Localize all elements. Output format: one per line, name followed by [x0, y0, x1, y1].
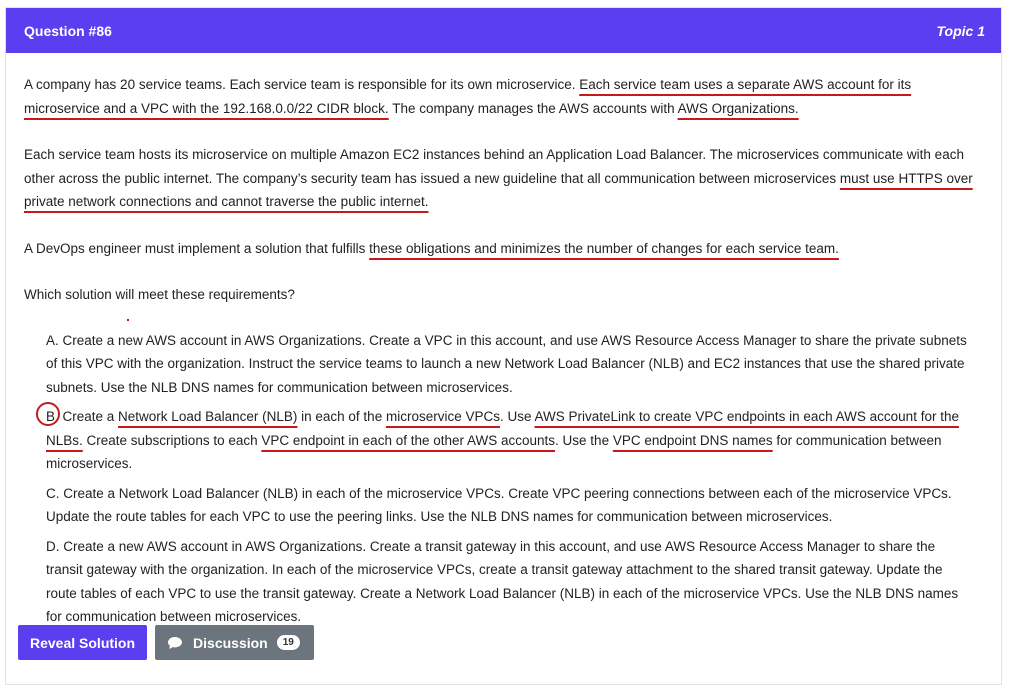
choice-b-letter: B.: [36, 402, 60, 429]
underlined-text: VPC endpoint DNS names: [612, 432, 773, 448]
question-prompt: Which solution will meet these requireme…: [24, 287, 295, 302]
action-buttons: Reveal Solution Discussion 19: [18, 625, 314, 660]
choice-a[interactable]: A. Create a new AWS account in AWS Organ…: [46, 329, 975, 400]
discussion-label: Discussion: [193, 634, 268, 651]
choice-d[interactable]: D. Create a new AWS account in AWS Organ…: [46, 535, 975, 629]
underlined-text: AWS Organizations.: [677, 100, 799, 116]
annotation-circle: [36, 402, 60, 426]
question-body: A company has 20 service teams. Each ser…: [6, 53, 1001, 629]
card-header: Question #86 Topic 1: [6, 8, 1001, 53]
question-card: Question #86 Topic 1 A company has 20 se…: [5, 7, 1002, 685]
underlined-text: these obligations and minimizes the numb…: [369, 240, 839, 256]
underlined-text: microservice VPCs: [385, 409, 500, 424]
text-segment: in each of the: [297, 409, 386, 424]
text-segment: . Use the: [555, 432, 613, 448]
question-paragraph-2: Each service team hosts its microservice…: [24, 143, 983, 214]
underlined-text: Network Load Balancer (NLB): [118, 409, 298, 424]
reveal-solution-button[interactable]: Reveal Solution: [18, 625, 148, 660]
annotation-dot: [127, 319, 129, 321]
question-paragraph-1: A company has 20 service teams. Each ser…: [24, 73, 983, 120]
text-segment: Each service team hosts its microservice…: [24, 147, 964, 186]
discussion-button[interactable]: Discussion 19: [155, 625, 314, 660]
discussion-count-badge: 19: [276, 635, 300, 650]
underlined-text: VPC endpoint in each of the other AWS ac…: [261, 432, 556, 448]
text-segment: Create subscriptions to each: [82, 432, 262, 448]
question-paragraph-3: A DevOps engineer must implement a solut…: [24, 237, 983, 261]
text-segment: The company manages the AWS accounts wit…: [388, 100, 678, 116]
text-segment: A DevOps engineer must implement a solut…: [24, 240, 370, 256]
answer-choices: A. Create a new AWS account in AWS Organ…: [24, 329, 983, 629]
choice-c[interactable]: C. Create a Network Load Balancer (NLB) …: [46, 482, 975, 529]
text-segment: Create a: [58, 409, 119, 424]
topic-label: Topic 1: [936, 22, 986, 39]
choice-b[interactable]: B. Create a Network Load Balancer (NLB) …: [36, 402, 975, 476]
chat-bubble-icon: [168, 636, 183, 649]
text-segment: A company has 20 service teams. Each ser…: [24, 77, 580, 92]
text-segment: . Use: [499, 409, 535, 424]
question-number: Question #86: [24, 22, 112, 39]
